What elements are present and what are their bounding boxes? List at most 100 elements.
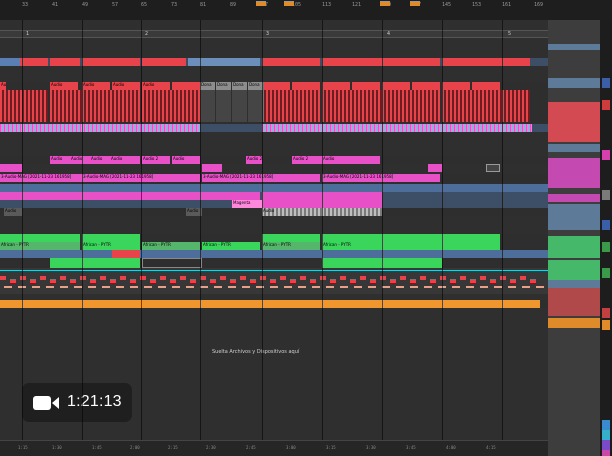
track-header[interactable]: [548, 78, 600, 88]
midi-note[interactable]: [508, 286, 516, 288]
clip[interactable]: African - PYTR: [322, 242, 500, 250]
clip[interactable]: [202, 164, 222, 172]
clip[interactable]: Dona: [200, 82, 215, 90]
clip[interactable]: Audio 2: [292, 156, 322, 164]
midi-note[interactable]: [116, 286, 124, 288]
midi-note[interactable]: [260, 276, 266, 280]
loop-marker[interactable]: [284, 1, 294, 6]
clip[interactable]: Dona: [232, 82, 247, 90]
clip[interactable]: [222, 58, 260, 66]
clip[interactable]: [200, 90, 215, 122]
clip[interactable]: [0, 300, 540, 308]
clip[interactable]: [142, 90, 200, 122]
midi-note[interactable]: [88, 286, 96, 288]
clip[interactable]: Audio: [4, 208, 22, 216]
midi-note[interactable]: [60, 276, 66, 280]
midi-note[interactable]: [214, 286, 222, 288]
clip[interactable]: [142, 58, 186, 66]
clip[interactable]: [262, 82, 290, 90]
midi-note[interactable]: [102, 286, 110, 288]
clip[interactable]: [82, 234, 140, 242]
clip[interactable]: Audio: [322, 156, 380, 164]
track-header[interactable]: [548, 220, 600, 230]
track-header[interactable]: [548, 102, 600, 142]
mixer-color-tab[interactable]: [602, 320, 610, 330]
clip[interactable]: Audio: [82, 82, 110, 90]
clip[interactable]: [50, 90, 140, 122]
midi-note[interactable]: [368, 286, 376, 288]
midi-note[interactable]: [470, 279, 476, 283]
clip[interactable]: [82, 58, 140, 66]
midi-note[interactable]: [158, 286, 166, 288]
midi-note[interactable]: [240, 276, 246, 280]
clip[interactable]: Audio: [70, 156, 90, 164]
midi-note[interactable]: [32, 286, 40, 288]
clip[interactable]: Dona: [248, 82, 263, 90]
clip[interactable]: [428, 164, 442, 172]
midi-note[interactable]: [228, 286, 236, 288]
midi-note[interactable]: [290, 279, 296, 283]
clip[interactable]: African - PYTR: [262, 242, 320, 250]
clip[interactable]: [352, 82, 380, 90]
midi-note[interactable]: [390, 279, 396, 283]
midi-note[interactable]: [440, 276, 446, 280]
midi-note[interactable]: [220, 276, 226, 280]
clip[interactable]: [248, 90, 263, 122]
clip[interactable]: [442, 124, 532, 132]
midi-note[interactable]: [522, 286, 530, 288]
midi-note[interactable]: [310, 279, 316, 283]
midi-note[interactable]: [242, 286, 250, 288]
clip[interactable]: [20, 58, 48, 66]
midi-note[interactable]: [354, 286, 362, 288]
track-header[interactable]: [548, 318, 600, 328]
clip[interactable]: Audio: [142, 82, 170, 90]
track-header[interactable]: [548, 236, 600, 258]
midi-note[interactable]: [500, 276, 506, 280]
clip[interactable]: [486, 164, 500, 172]
clip[interactable]: [382, 58, 440, 66]
clip[interactable]: [0, 58, 20, 66]
midi-note[interactable]: [110, 279, 116, 283]
mixer-color-tab[interactable]: [602, 220, 610, 230]
clip[interactable]: [472, 82, 500, 90]
mixer-color-tab[interactable]: [602, 242, 610, 252]
clip[interactable]: [292, 82, 320, 90]
midi-note[interactable]: [170, 279, 176, 283]
midi-note[interactable]: [284, 286, 292, 288]
clip[interactable]: 3-Audio-MAG [2021-11-23 161958]: [322, 174, 440, 182]
midi-note[interactable]: [480, 286, 488, 288]
midi-note[interactable]: [298, 286, 306, 288]
locator-number[interactable]: 1: [26, 31, 29, 37]
track-header[interactable]: [548, 158, 600, 188]
midi-note[interactable]: [450, 279, 456, 283]
mixer-color-tab[interactable]: [602, 150, 610, 160]
midi-note[interactable]: [480, 276, 486, 280]
midi-note[interactable]: [320, 276, 326, 280]
midi-note[interactable]: [460, 276, 466, 280]
loop-marker[interactable]: [380, 1, 390, 6]
midi-note[interactable]: [452, 286, 460, 288]
midi-note[interactable]: [180, 276, 186, 280]
clip[interactable]: [50, 258, 80, 268]
clip[interactable]: [322, 82, 350, 90]
midi-note[interactable]: [530, 279, 536, 283]
midi-note[interactable]: [370, 279, 376, 283]
midi-note[interactable]: [520, 276, 526, 280]
midi-note[interactable]: [360, 276, 366, 280]
loop-marker[interactable]: [256, 1, 266, 6]
clip[interactable]: Audio 2: [142, 156, 170, 164]
clip[interactable]: [382, 82, 410, 90]
clip[interactable]: Dona: [216, 82, 231, 90]
clip[interactable]: [0, 164, 22, 172]
mixer-color-tab[interactable]: [602, 440, 610, 450]
midi-note[interactable]: [494, 286, 502, 288]
midi-note[interactable]: [536, 286, 544, 288]
clip[interactable]: [200, 58, 222, 66]
clip[interactable]: [0, 234, 80, 242]
midi-note[interactable]: [280, 276, 286, 280]
clip[interactable]: [442, 82, 470, 90]
clip[interactable]: [442, 90, 530, 122]
mixer-color-tab[interactable]: [602, 420, 610, 430]
midi-note[interactable]: [410, 286, 418, 288]
clip[interactable]: African - PYTR: [142, 242, 200, 250]
